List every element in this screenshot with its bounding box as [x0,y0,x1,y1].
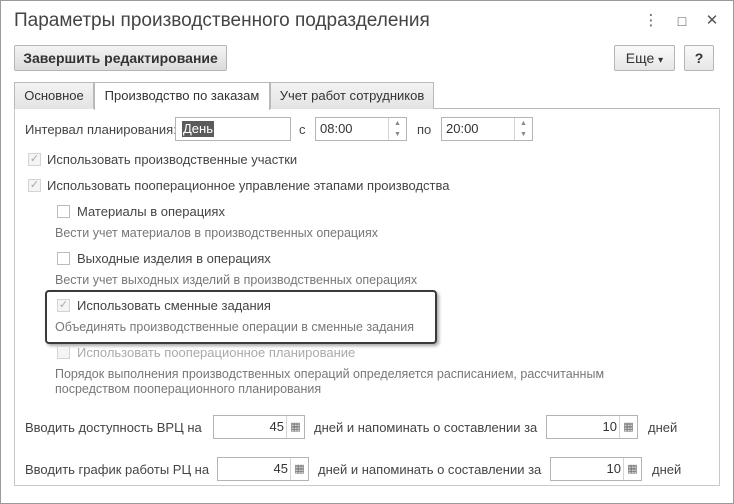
use-sections-checkbox[interactable]: ✓ [28,153,41,166]
calculator-icon[interactable]: ▦ [286,416,304,438]
use-operations-checkbox[interactable]: ✓ [28,179,41,192]
schedule-days-label: дней [652,462,682,477]
checkmark-icon: ✓ [29,179,40,191]
outputs-label: Выходные изделия в операциях [77,251,271,266]
shift-tasks-label: Использовать сменные задания [77,298,271,313]
spin-up-icon: ▲ [394,120,401,127]
window-menu-icon[interactable]: ⋮ [641,10,661,32]
materials-note: Вести учет материалов в производственных… [55,226,379,240]
tab-main[interactable]: Основное [14,82,94,109]
chevron-down-icon: ▾ [658,55,664,66]
materials-checkbox[interactable] [57,205,70,218]
interval-input[interactable]: День [175,117,291,141]
window-title: Параметры производственного подразделени… [14,10,430,31]
spin-up-icon: ▲ [520,120,527,127]
more-button[interactable]: Еще ▾ [614,45,675,71]
schedule-days-value: 45 [273,461,288,476]
from-time-value: 08:00 [320,121,353,136]
op-planning-note-line2: посредством пооперационного планирования [55,382,322,396]
to-time-spinner[interactable]: ▲ ▼ [514,118,532,140]
use-operations-label: Использовать пооперационное управление э… [47,178,450,193]
schedule-remind-label: дней и напоминать о составлении за [318,462,542,477]
schedule-remind-value: 10 [606,461,621,476]
checkmark-icon: ✓ [29,153,40,165]
more-button-label: Еще [625,50,655,66]
interval-label: Интервал планирования: [25,122,177,137]
tab-employee-work[interactable]: Учет работ сотрудников [270,82,434,109]
interval-value: День [182,121,214,137]
outputs-checkbox[interactable] [57,252,70,265]
from-time-spinner[interactable]: ▲ ▼ [388,118,406,140]
tab-production-orders[interactable]: Производство по заказам [94,82,270,110]
checkmark-icon: ✓ [58,299,69,311]
from-time-input[interactable]: 08:00 ▲ ▼ [315,117,407,141]
shift-tasks-note: Объединять производственные операции в с… [55,320,414,334]
schedule-label: Вводить график работы РЦ на [25,462,210,477]
availability-days-input[interactable]: 45 ▦ [213,415,305,439]
dialog-window: Параметры производственного подразделени… [0,0,734,504]
help-button[interactable]: ? [684,45,714,71]
outputs-note: Вести учет выходных изделий в производст… [55,273,418,287]
op-planning-checkbox [57,346,70,359]
op-planning-note-line1: Порядок выполнения производственных опер… [55,367,605,381]
schedule-remind-input[interactable]: 10 ▦ [550,457,642,481]
spin-down-icon: ▼ [394,131,401,138]
calculator-icon[interactable]: ▦ [619,416,637,438]
to-time-input[interactable]: 20:00 ▲ ▼ [441,117,533,141]
materials-label: Материалы в операциях [77,204,225,219]
availability-label: Вводить доступность ВРЦ на [25,420,202,435]
availability-days-value: 45 [269,419,284,434]
to-time-value: 20:00 [446,121,479,136]
availability-days-label: дней [648,420,678,435]
finish-editing-button[interactable]: Завершить редактирование [14,45,227,71]
availability-remind-input[interactable]: 10 ▦ [546,415,638,439]
op-planning-label: Использовать пооперационное планирование [77,345,356,360]
maximize-icon[interactable]: □ [672,10,692,32]
calculator-icon[interactable]: ▦ [623,458,641,480]
close-icon[interactable]: ✕ [702,10,722,32]
shift-tasks-checkbox[interactable]: ✓ [57,299,70,312]
from-label: с [299,122,306,137]
availability-remind-value: 10 [602,419,617,434]
spin-down-icon: ▼ [520,131,527,138]
use-sections-label: Использовать производственные участки [47,152,298,167]
availability-remind-label: дней и напоминать о составлении за [314,420,538,435]
to-label: по [417,122,432,137]
schedule-days-input[interactable]: 45 ▦ [217,457,309,481]
calculator-icon[interactable]: ▦ [290,458,308,480]
